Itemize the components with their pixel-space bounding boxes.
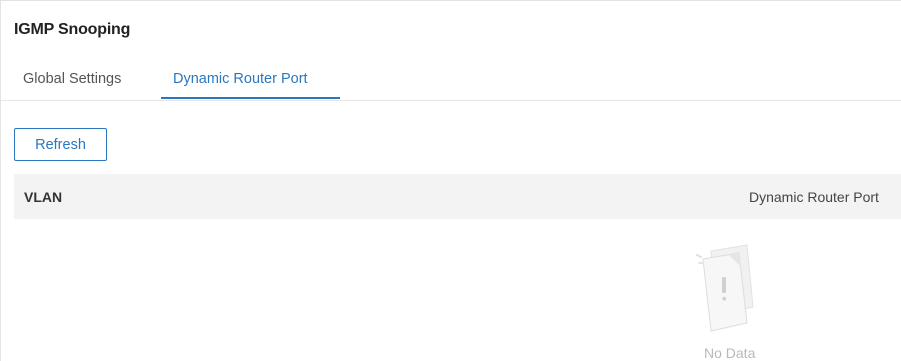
tab-dynamic-router-port[interactable]: Dynamic Router Port <box>173 69 308 99</box>
tab-global-settings[interactable]: Global Settings <box>23 69 121 99</box>
column-header-dynamic-router-port[interactable]: Dynamic Router Port <box>749 189 879 205</box>
page-title: IGMP Snooping <box>14 21 131 38</box>
no-data-document-icon <box>689 237 769 333</box>
igmp-snooping-panel: IGMP Snooping Global Settings Dynamic Ro… <box>0 0 901 361</box>
column-header-vlan[interactable]: VLAN <box>24 189 62 205</box>
empty-state-text: No Data <box>704 345 756 361</box>
table-header: VLAN Dynamic Router Port <box>14 174 901 219</box>
refresh-button[interactable]: Refresh <box>14 128 107 161</box>
active-tab-indicator <box>161 97 340 99</box>
tab-bar: Global Settings Dynamic Router Port <box>1 61 901 101</box>
